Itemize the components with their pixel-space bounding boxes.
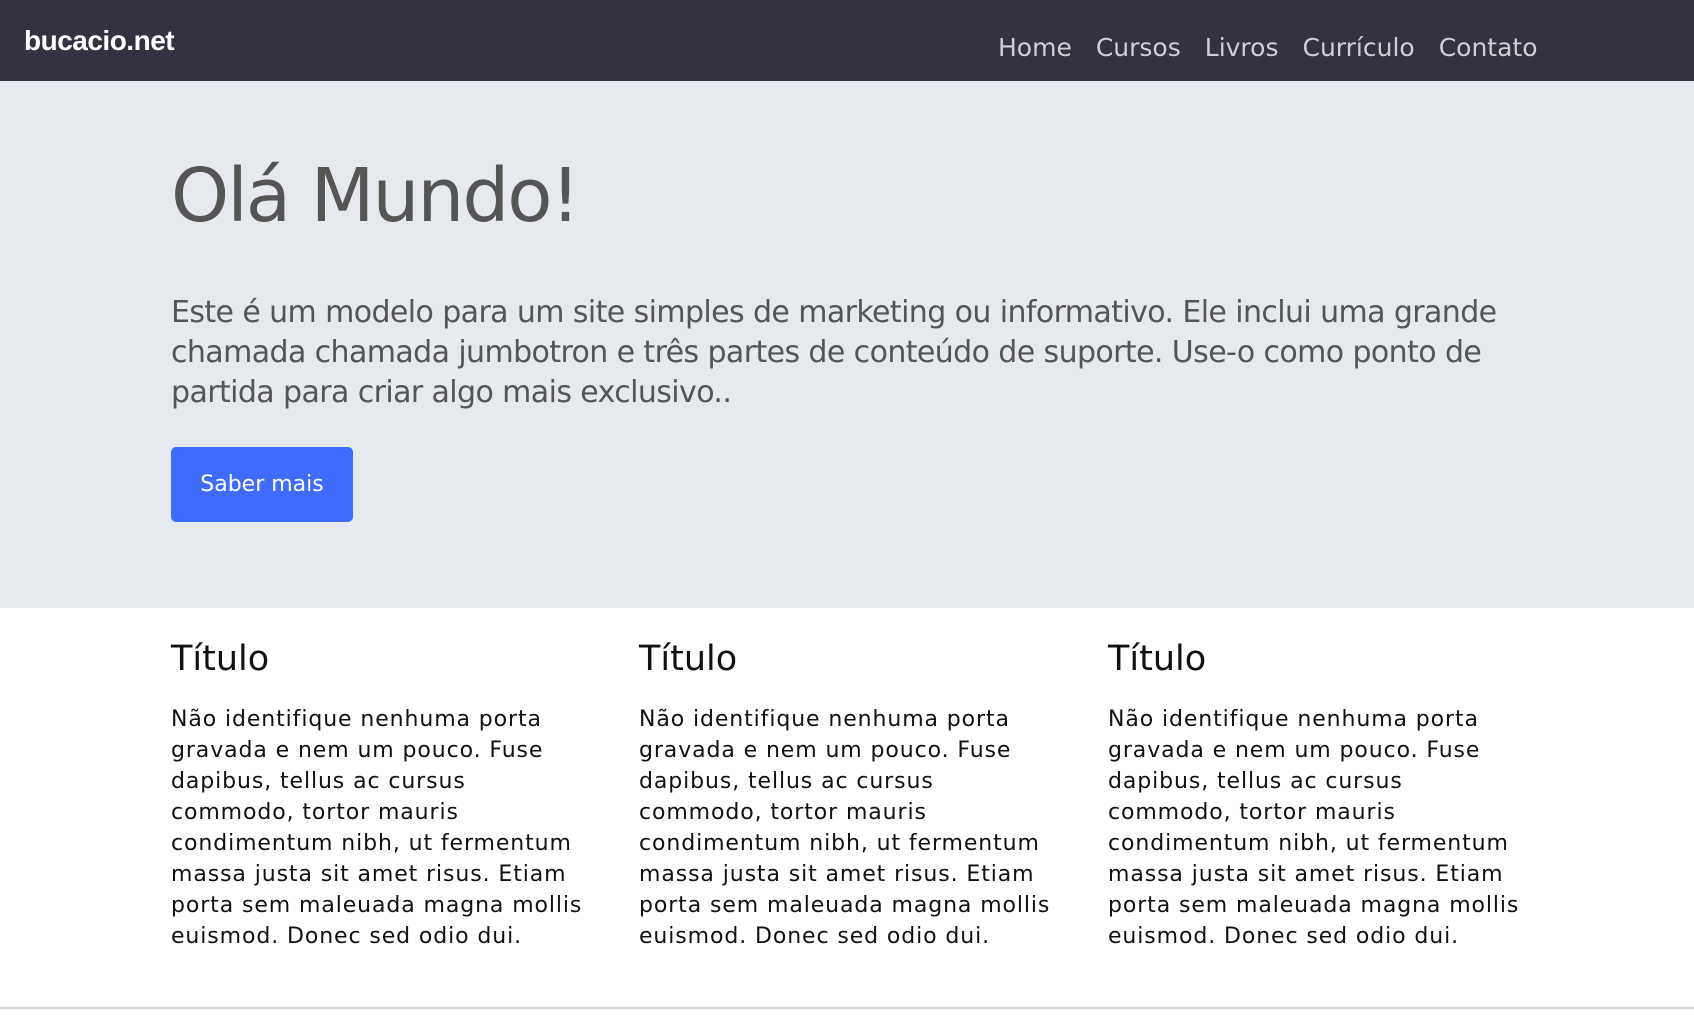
feature-column: Título Não identifique nenhuma porta gra… (639, 636, 1069, 952)
nav-link-contato[interactable]: Contato (1439, 33, 1538, 62)
feature-column: Título Não identifique nenhuma porta gra… (171, 636, 601, 952)
nav-link-home[interactable]: Home (998, 33, 1072, 62)
features-section: Título Não identifique nenhuma porta gra… (0, 608, 1694, 1008)
feature-title: Título (639, 639, 738, 679)
hero-title: Olá Mundo! (171, 153, 580, 239)
feature-text: Não identifique nenhuma porta gravada e … (1108, 707, 1520, 949)
nav-link-curriculo[interactable]: Currículo (1302, 33, 1414, 62)
nav-link-cursos[interactable]: Cursos (1096, 33, 1181, 62)
feature-column: Título Não identifique nenhuma porta gra… (1108, 636, 1538, 952)
nav-link-livros[interactable]: Livros (1205, 33, 1279, 62)
hero-lead: Este é um modelo para um site simples de… (171, 295, 1497, 410)
feature-text: Não identifique nenhuma porta gravada e … (171, 707, 583, 949)
brand-link[interactable]: bucacio.net (24, 24, 175, 58)
nav-item-curriculo: Currículo (1302, 30, 1414, 66)
jumbotron: Olá Mundo! Este é um modelo para um site… (0, 81, 1694, 608)
navbar: bucacio.net Home Cursos Livros Currículo… (0, 0, 1694, 81)
nav-item-cursos: Cursos (1096, 30, 1181, 66)
nav-item-contato: Contato (1439, 30, 1538, 66)
saber-mais-button[interactable]: Saber mais (171, 447, 353, 522)
feature-title: Título (171, 639, 270, 679)
feature-text: Não identifique nenhuma porta gravada e … (639, 707, 1051, 949)
footer-divider (0, 1007, 1694, 1009)
nav-links: Home Cursos Livros Currículo Contato (998, 30, 1538, 66)
nav-item-livros: Livros (1205, 30, 1279, 66)
nav-item-home: Home (998, 30, 1072, 66)
feature-title: Título (1108, 639, 1207, 679)
